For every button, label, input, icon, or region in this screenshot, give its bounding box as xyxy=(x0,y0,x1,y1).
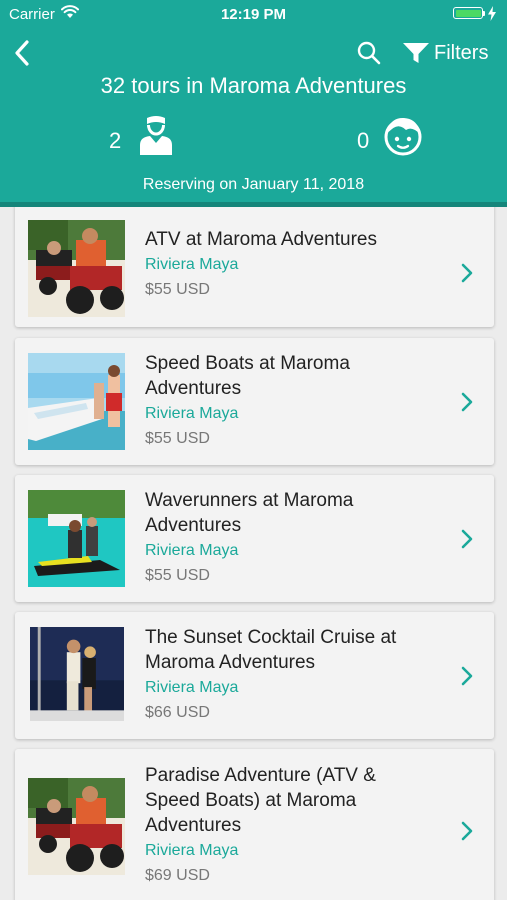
tour-price: $66 USD xyxy=(145,704,210,721)
back-chevron-icon[interactable] xyxy=(10,38,36,68)
tour-price: $55 USD xyxy=(145,430,210,447)
waverunner-photo xyxy=(28,490,125,587)
charging-bolt-icon xyxy=(488,6,496,21)
atv-riders-photo xyxy=(28,220,125,317)
reserving-date: Reserving on January 11, 2018 xyxy=(142,176,365,193)
status-bar: Carrier 12:19 PM xyxy=(0,0,507,28)
chevron-right-icon xyxy=(461,666,473,686)
tour-card[interactable]: ATV at Maroma Adventures Riviera Maya $5… xyxy=(15,207,494,327)
tour-card[interactable]: Waverunners at Maroma Adventures Riviera… xyxy=(15,475,494,602)
tour-location: Riviera Maya xyxy=(145,679,239,696)
search-icon[interactable] xyxy=(356,40,382,66)
tour-price: $69 USD xyxy=(145,867,210,884)
clock: 12:19 PM xyxy=(220,6,287,23)
tour-name: Speed Boats at Maroma Adventures xyxy=(145,353,350,399)
sunset-cruise-couple-photo xyxy=(30,627,124,721)
tour-card[interactable]: The Sunset Cocktail Cruise at Maroma Adv… xyxy=(15,612,494,739)
tour-price: $55 USD xyxy=(145,281,210,298)
tour-card[interactable]: Speed Boats at Maroma Adventures Riviera… xyxy=(15,338,494,465)
tour-list: ATV at Maroma Adventures Riviera Maya $5… xyxy=(0,207,507,900)
tour-location: Riviera Maya xyxy=(145,256,239,273)
tour-location: Riviera Maya xyxy=(145,542,239,559)
filters-label: Filters xyxy=(434,41,489,64)
adults-count[interactable]: 2 xyxy=(109,128,121,154)
atv-riders-photo xyxy=(28,778,125,875)
child-face-icon[interactable] xyxy=(382,115,424,157)
children-count[interactable]: 0 xyxy=(357,128,369,154)
tour-location: Riviera Maya xyxy=(145,842,239,859)
chevron-right-icon xyxy=(461,392,473,412)
tour-name: Waverunners at Maroma Adventures xyxy=(145,490,354,536)
app-header: Carrier 12:19 PM Filters 32 tours in Mar… xyxy=(0,0,507,207)
speed-boat-photo xyxy=(28,353,125,450)
chevron-right-icon xyxy=(461,529,473,549)
tour-name: The Sunset Cocktail Cruise at Maroma Adv… xyxy=(145,627,397,673)
tour-card[interactable]: Paradise Adventure (ATV & Speed Boats) a… xyxy=(15,749,494,900)
tour-price: $55 USD xyxy=(145,567,210,584)
battery-icon xyxy=(453,6,497,22)
tour-name: ATV at Maroma Adventures xyxy=(145,229,377,250)
chevron-right-icon xyxy=(461,821,473,841)
adult-person-icon[interactable] xyxy=(138,114,174,156)
filter-funnel-icon xyxy=(403,43,429,63)
page-title: 32 tours in Maroma Adventures xyxy=(100,73,407,98)
tour-name: Paradise Adventure (ATV & Speed Boats) a… xyxy=(145,765,376,836)
filters-button[interactable]: Filters xyxy=(403,38,488,68)
chevron-right-icon xyxy=(461,263,473,283)
tour-location: Riviera Maya xyxy=(145,405,239,422)
